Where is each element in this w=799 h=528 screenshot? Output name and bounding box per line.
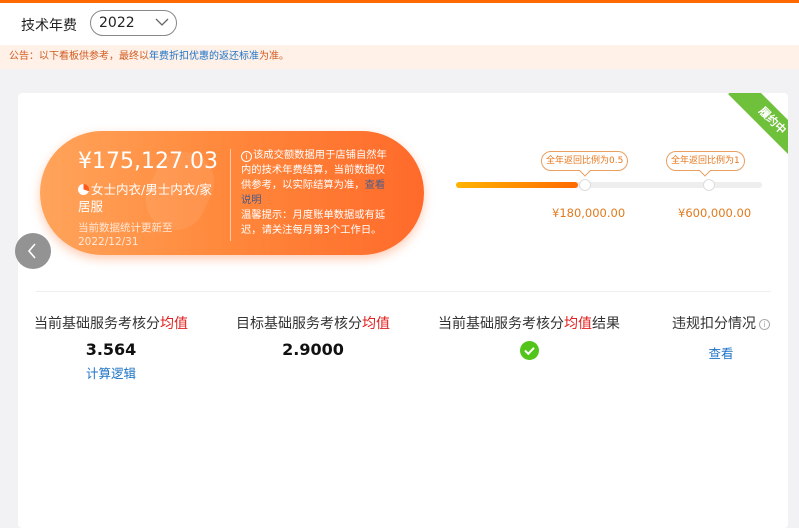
milestone-tip-2-text: 全年返回比例为1	[671, 156, 740, 166]
category-text: 女士内衣/男士内衣/家居服	[78, 182, 212, 214]
metric-label-highlight: 均值	[160, 316, 188, 332]
metric-current-score: 当前基础服务考核分均值 3.564 计算逻辑	[31, 313, 191, 382]
milestone-dot-1	[579, 179, 591, 191]
metric-label: 当前基础服务考核分均值	[31, 313, 191, 333]
metric-target-score: 目标基础服务考核分均值 2.9000	[232, 313, 394, 359]
metric-label: 当前基础服务考核分均值结果	[436, 313, 622, 333]
category-label: 女士内衣/男士内衣/家居服	[78, 181, 218, 215]
tip-tail	[699, 165, 712, 177]
milestone-tip-2: 全年返回比例为1	[666, 151, 745, 177]
reminder-text: 温馨提示：月度账单数据或有延迟，请关注每月第3个工作日。	[241, 209, 386, 236]
milestone-tip-1: 全年返回比例为0.5	[541, 151, 629, 177]
pie-chart-icon	[78, 184, 89, 195]
milestone-dot-2	[703, 179, 715, 191]
calc-logic-link[interactable]: 计算逻辑	[31, 363, 191, 382]
view-violation-link[interactable]: 查看	[666, 343, 776, 362]
page-header: 技术年费 2022	[0, 3, 799, 45]
year-select-value: 2022	[99, 15, 135, 31]
annual-fee-card: 履约中 ¥175,127.03 女士内衣/男士内衣/家居服 当前数据统计更新至2…	[18, 93, 788, 528]
metric-violation-deduction: 违规扣分情况 i 查看	[666, 313, 776, 362]
pill-divider	[230, 149, 231, 241]
metric-label-highlight: 均值	[362, 316, 390, 332]
metric-score-result: 当前基础服务考核分均值结果	[436, 313, 622, 364]
sales-amount: ¥175,127.03	[78, 149, 218, 174]
notice-bar: 公告：以下看板供参考，最终以年费折扣优惠的返还标准为准。	[0, 45, 799, 69]
chevron-left-icon	[27, 243, 36, 259]
info-block: i 该成交额数据用于店铺自然年内的技术年费结算，当前数据仅供参考，以实际结算为准，…	[241, 148, 393, 238]
metric-label-highlight: 均值	[564, 316, 592, 332]
info-icon: i	[241, 151, 252, 162]
metric-label-text: 违规扣分情况	[672, 316, 756, 332]
metric-label: 目标基础服务考核分均值	[232, 313, 394, 333]
metric-value: 2.9000	[282, 340, 344, 359]
milestone-value-2: ¥600,000.00	[678, 206, 752, 220]
notice-prefix: 公告：以下看板供参考，最终以	[9, 51, 149, 62]
metric-label-text: 当前基础服务考核分	[438, 316, 564, 332]
metric-label: 违规扣分情况 i	[666, 313, 776, 333]
update-note: 当前数据统计更新至2022/12/31	[78, 222, 173, 248]
notice-suffix: 为准。	[259, 51, 289, 62]
tip-tail	[578, 165, 591, 177]
progress-fill	[456, 182, 579, 188]
section-divider	[36, 291, 771, 292]
previous-arrow-button[interactable]	[15, 233, 51, 269]
rebate-progress-bar	[456, 182, 762, 188]
notice-link[interactable]: 年费折扣优惠的返还标准	[149, 51, 259, 62]
metric-label-suffix: 结果	[592, 316, 620, 332]
metric-label-text: 目标基础服务考核分	[236, 316, 362, 332]
chevron-down-icon	[155, 18, 169, 26]
year-select[interactable]: 2022	[90, 10, 177, 36]
sales-summary-pill: ¥175,127.03 女士内衣/男士内衣/家居服 当前数据统计更新至2022/…	[40, 131, 424, 255]
check-circle-icon	[519, 341, 539, 360]
page-title: 技术年费	[21, 18, 77, 34]
metric-value: 3.564	[85, 340, 137, 359]
help-icon[interactable]: i	[759, 319, 770, 330]
metric-label-text: 当前基础服务考核分	[34, 316, 160, 332]
milestone-value-1: ¥180,000.00	[552, 206, 626, 220]
